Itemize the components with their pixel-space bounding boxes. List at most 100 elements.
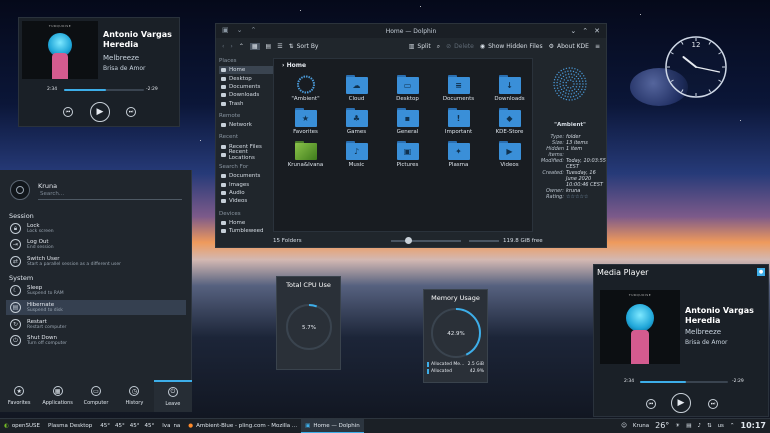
window-titlebar[interactable]: ▣ ⌄ ⌃ Home — Dolphin ⌄ ⌃ ✕ — [216, 24, 606, 38]
sidebar-item-downloads[interactable]: Downloads — [219, 91, 273, 99]
folder-icon: ◆ — [498, 108, 521, 127]
maximize-icon[interactable]: ⌃ — [582, 27, 588, 35]
log-out-item[interactable]: ⇥ Log Out End session — [6, 237, 186, 252]
previous-button[interactable]: ⏮ — [63, 107, 73, 117]
sort-icon: ⇅ — [288, 43, 294, 50]
file-item-videos[interactable]: ▶ Videos — [484, 141, 535, 168]
next-button[interactable]: ⏭ — [708, 399, 718, 409]
tab-history[interactable]: ◷ History — [115, 380, 153, 412]
videos-icon — [221, 199, 226, 204]
details-view-icon[interactable]: ☰ — [277, 43, 282, 50]
previous-button[interactable]: ⏮ — [646, 399, 656, 409]
sidebar-item-recent-locations[interactable]: Recent Locations — [219, 149, 273, 161]
app-icon: ▣ — [222, 26, 229, 34]
file-item-desktop[interactable]: ▭ Desktop — [382, 75, 433, 102]
tab-computer[interactable]: ▭ Computer — [77, 380, 115, 412]
file-view[interactable]: › Home "Ambient" ☁ Cloud ▭ Desktop ≡ Documents… — [273, 58, 533, 232]
progress-fill — [640, 381, 686, 383]
sidebar-item-images[interactable]: Images — [219, 181, 273, 189]
hamburger-menu-icon[interactable]: ≡ — [595, 43, 600, 50]
remote-label: Remote — [219, 112, 241, 119]
zoom-slider[interactable] — [391, 237, 461, 244]
file-item-kruna-ivana[interactable]: Kruna&Ivana — [280, 141, 331, 168]
progress-bar[interactable] — [640, 381, 728, 383]
file-item-documents[interactable]: ≡ Documents — [433, 75, 484, 102]
search-input[interactable]: Search... — [38, 191, 182, 200]
delete-button[interactable]: ⊘ Delete — [446, 43, 474, 50]
file-item-general[interactable]: ▪ General — [382, 108, 433, 135]
file-item-cloud[interactable]: ☁ Cloud — [331, 75, 382, 102]
sidebar-item-tumbleweed[interactable]: Tumbleweed — [219, 227, 273, 235]
file-item-downloads[interactable]: ↓ Downloads — [484, 75, 535, 102]
folder-icon: ▪ — [396, 108, 419, 127]
start-menu-button[interactable]: ◐ openSUSE — [0, 419, 44, 433]
weather[interactable]: 26° — [655, 421, 669, 430]
play-button[interactable]: ▶ — [90, 102, 110, 122]
taskbar-clock[interactable]: 10:17 — [741, 421, 766, 430]
sidebar-item-desktop[interactable]: Desktop — [219, 74, 273, 82]
minimize-icon[interactable]: ⌄ — [570, 27, 576, 35]
sleep-item[interactable]: ☾ Sleep Suspend to RAM — [6, 283, 186, 298]
track-artist: Brisa de Amor — [103, 65, 146, 72]
compact-view-icon[interactable]: ▤ — [266, 43, 272, 50]
about-kde-button[interactable]: ⚙ About KDE — [549, 43, 589, 50]
file-item-pictures[interactable]: ▣ Pictures — [382, 141, 433, 168]
sidebar-item-network[interactable]: Network — [219, 121, 273, 129]
file-item-music[interactable]: ♪ Music — [331, 141, 382, 168]
info-row: Created: Tuesday, 16 June 2020 10:00:46 C… — [542, 170, 603, 188]
back-icon[interactable]: ‹ — [222, 43, 224, 50]
task-firefox[interactable]: ● Ambient-Blue - pling.com - Mozilla ... — [184, 419, 301, 433]
file-item-plasma[interactable]: ✦ Plasma — [433, 141, 484, 168]
shut-down-item[interactable]: ⏻ Shut Down Turn off computer — [6, 333, 186, 348]
avatar[interactable] — [10, 180, 30, 200]
file-item-kde-store[interactable]: ◆ KDE-Store — [484, 108, 535, 135]
forward-icon[interactable]: › — [230, 43, 232, 50]
keep-above-icon[interactable]: ⌃ — [251, 26, 257, 34]
sidebar-item-documents[interactable]: Documents — [219, 83, 273, 91]
sidebar-item-audio[interactable]: Audio — [219, 189, 273, 197]
info-row: Rating: ☆☆☆☆☆ — [546, 194, 589, 200]
switch-user-item[interactable]: ⇄ Switch User Start a parallel session as … — [6, 254, 186, 269]
split-button[interactable]: ▥ Split — [409, 43, 431, 50]
media-player-menu-icon[interactable]: ● — [757, 268, 765, 276]
search-icon[interactable]: ⌕ — [437, 43, 440, 51]
sidebar-item-trash[interactable]: Trash — [219, 100, 273, 108]
network-icon[interactable]: ⇅ — [707, 423, 712, 429]
file-item-games[interactable]: ♣ Games — [331, 108, 382, 135]
folder-icon: ↓ — [498, 75, 521, 94]
restart-item[interactable]: ↻ Restart Restart computer — [6, 317, 186, 332]
tab-applications[interactable]: ▦ Applications — [38, 380, 76, 412]
lock-item[interactable]: 🔒︎ Lock Lock screen — [6, 221, 186, 236]
file-item-ambient[interactable]: "Ambient" — [280, 75, 331, 102]
tab-favorites[interactable]: ★ Favorites — [0, 380, 38, 412]
hibernate-item[interactable]: ▤ Hibernate Suspend to disk — [6, 300, 186, 315]
keyboard-layouts[interactable]: lva na — [158, 419, 184, 433]
tab-leave[interactable]: ⏻ Leave — [153, 380, 193, 412]
home-icon — [221, 68, 226, 73]
close-icon[interactable]: ✕ — [594, 27, 600, 35]
toolbar: ‹ › ⌃ ▦ ▤ ☰ ⇅ Sort By ▥ Split ⌕ ⊘ Delete ◉ S… — [216, 38, 606, 55]
expand-tray-icon[interactable]: ⌃ — [730, 423, 735, 429]
breadcrumb[interactable]: › Home — [282, 62, 306, 69]
volume-icon[interactable]: ♪ — [697, 423, 701, 429]
sidebar-item-device-home[interactable]: Home — [219, 219, 273, 227]
show-hidden-files-button[interactable]: ◉ Show Hidden Files — [480, 43, 543, 50]
progress-bar[interactable] — [64, 89, 144, 91]
clipboard-icon[interactable]: ▤ — [686, 423, 691, 429]
sidebar-item-search-documents[interactable]: Documents — [219, 172, 273, 180]
next-button[interactable]: ⏭ — [126, 107, 136, 117]
user-icon[interactable]: ☺ — [621, 423, 627, 429]
brightness-icon[interactable]: ☀ — [675, 423, 680, 429]
sidebar-item-home[interactable]: Home — [219, 66, 273, 75]
chevron-down-icon[interactable]: ⌄ — [237, 26, 243, 34]
up-icon[interactable]: ⌃ — [239, 43, 244, 50]
sort-by-button[interactable]: ⇅ Sort By — [289, 43, 319, 50]
task-dolphin[interactable]: ▣ Home — Dolphin — [301, 419, 364, 433]
keyboard-layout[interactable]: us — [718, 423, 724, 429]
file-item-favorites[interactable]: ★ Favorites — [280, 108, 331, 135]
file-item-important[interactable]: ! Important — [433, 108, 484, 135]
desktop-pager[interactable]: Plasma Desktop — [44, 419, 96, 433]
sidebar-item-videos[interactable]: Videos — [219, 197, 273, 205]
play-button[interactable]: ▶ — [671, 393, 691, 413]
icons-view-icon[interactable]: ▦ — [249, 43, 260, 50]
